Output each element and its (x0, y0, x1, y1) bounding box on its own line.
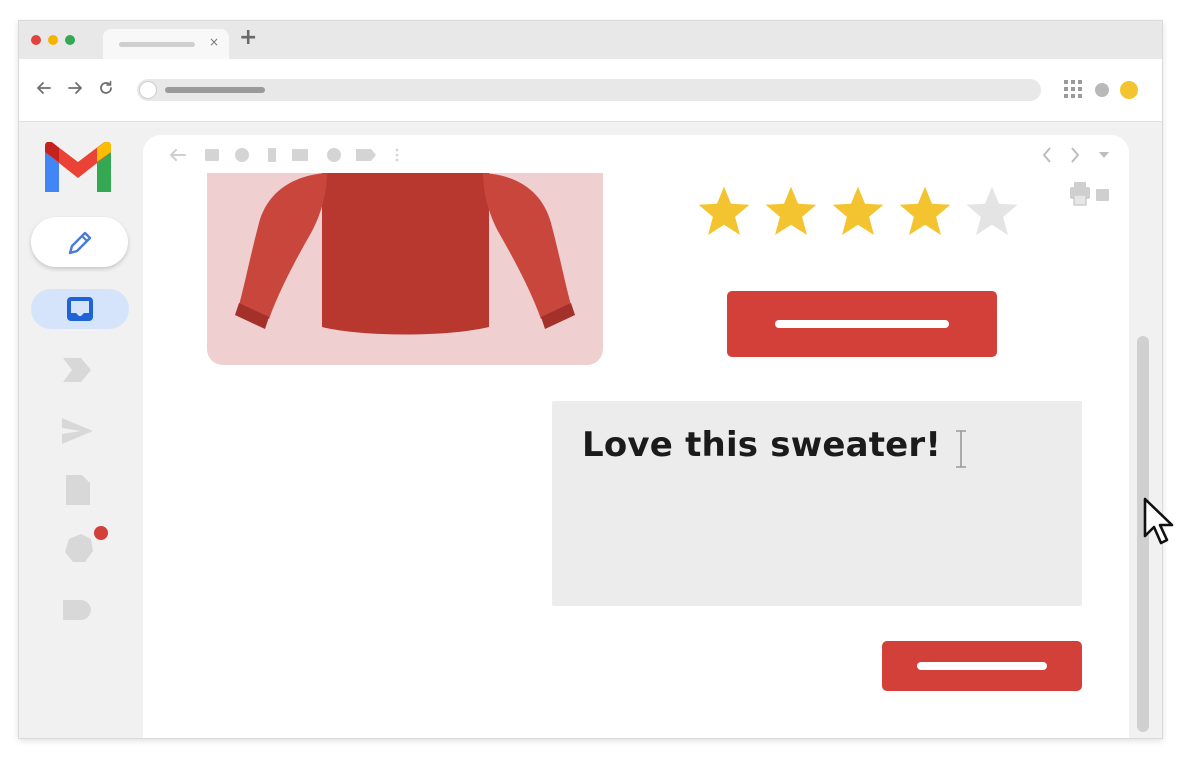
email-actions (1070, 182, 1109, 206)
sweater-illustration (235, 173, 575, 335)
star-empty-icon[interactable] (963, 183, 1021, 241)
address-bar[interactable] (137, 79, 1041, 101)
archive-icon[interactable] (205, 149, 219, 161)
snooze-icon[interactable] (327, 148, 341, 162)
review-textbox[interactable]: Love this sweater! (552, 401, 1082, 606)
star-filled-icon[interactable] (829, 183, 887, 241)
more-icon[interactable] (395, 148, 399, 162)
print-icon[interactable] (1070, 182, 1090, 206)
primary-action-button[interactable] (727, 291, 997, 357)
gmail-sidebar (19, 122, 143, 738)
button-label-placeholder (917, 662, 1047, 670)
inbox-icon (67, 297, 93, 321)
extension-dot-icon[interactable] (1095, 83, 1109, 97)
maximize-window-button[interactable] (65, 35, 75, 45)
reload-icon[interactable] (97, 79, 115, 97)
star-filled-icon[interactable] (896, 183, 954, 241)
profile-avatar-icon[interactable] (1120, 81, 1138, 99)
text-cursor-icon (956, 430, 966, 468)
prev-email-icon[interactable] (1042, 147, 1051, 163)
forward-arrow-icon[interactable] (66, 79, 84, 97)
next-email-icon[interactable] (1071, 147, 1080, 163)
compose-button[interactable] (31, 217, 128, 267)
email-toolbar (169, 147, 1109, 163)
browser-toolbar (19, 59, 1162, 122)
product-image (207, 173, 603, 365)
close-window-button[interactable] (31, 35, 41, 45)
dropdown-icon[interactable] (1099, 152, 1109, 158)
important-icon[interactable] (59, 352, 95, 388)
url-placeholder (165, 87, 265, 93)
submit-review-button[interactable] (882, 641, 1082, 691)
tab-close-icon[interactable]: × (209, 35, 219, 49)
drafts-icon[interactable] (59, 472, 95, 508)
apps-grid-icon[interactable] (1063, 79, 1083, 99)
star-filled-icon[interactable] (762, 183, 820, 241)
sidebar-item-inbox[interactable] (31, 289, 129, 329)
star-filled-icon[interactable] (695, 183, 753, 241)
back-arrow-icon[interactable] (35, 79, 53, 97)
delete-icon[interactable] (268, 148, 276, 162)
browser-tab[interactable]: × (103, 29, 229, 59)
tab-strip: × + (19, 21, 1162, 59)
button-label-placeholder (775, 320, 949, 328)
mouse-pointer-icon (1143, 497, 1174, 545)
pencil-icon (68, 231, 92, 255)
report-icon[interactable] (235, 148, 249, 162)
site-info-icon[interactable] (139, 81, 157, 99)
review-text: Love this sweater! (582, 425, 942, 465)
open-new-window-icon[interactable] (1096, 189, 1109, 201)
new-tab-button[interactable]: + (239, 27, 257, 49)
minimize-window-button[interactable] (48, 35, 58, 45)
mail-icon[interactable] (292, 149, 308, 161)
label-icon[interactable] (59, 592, 95, 628)
notification-icon[interactable] (59, 526, 109, 570)
back-arrow-icon[interactable] (169, 149, 186, 161)
label-icon[interactable] (356, 149, 376, 161)
gmail-logo-icon (45, 142, 111, 192)
email-view: Love this sweater! (143, 135, 1129, 738)
browser-window: × + Love this sweater! (18, 20, 1163, 739)
tab-title-placeholder (119, 42, 195, 47)
sent-icon[interactable] (59, 413, 95, 449)
